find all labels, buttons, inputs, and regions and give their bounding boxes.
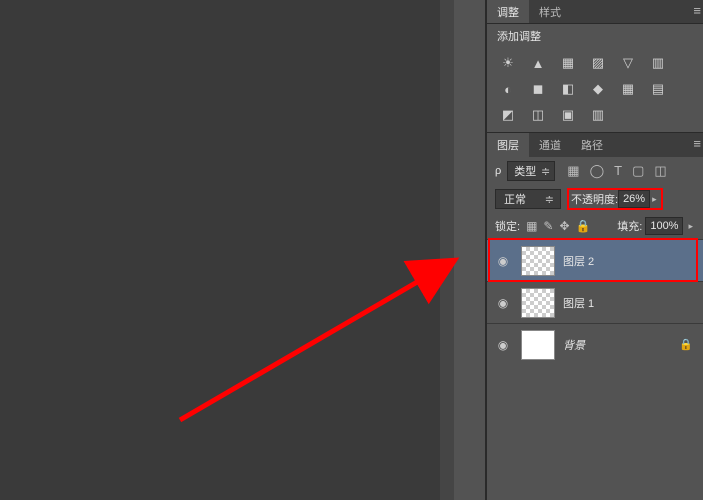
adj-bw-icon[interactable]: ◼ <box>527 80 549 98</box>
adj-color-lookup-icon[interactable]: ▦ <box>617 80 639 98</box>
lock-position-icon[interactable]: ✥ <box>559 219 569 233</box>
tab-layers[interactable]: 图层 <box>487 133 529 157</box>
tab-paths[interactable]: 路径 <box>571 133 613 157</box>
filter-icons: ▦ ◯ T ▢ ◫ <box>567 163 666 179</box>
lock-image-icon[interactable]: ✎ <box>543 219 553 233</box>
side-panel: 调整 样式 ≡ 添加调整 ☀ ▲ ▦ ▨ ▽ ▥ ◐ ◼ ◧ ◆ ▦ ▤ ◩ ◫… <box>486 0 703 500</box>
layers-tabs: 图层 通道 路径 ≡ <box>487 133 703 157</box>
panel-gutter <box>454 0 486 500</box>
canvas-area[interactable] <box>0 0 440 500</box>
opacity-arrow-icon[interactable]: ▸ <box>650 194 659 205</box>
layers-list: ◉ 图层 2 ◉ 图层 1 ◉ 背景 🔒 <box>487 239 703 365</box>
layer-row[interactable]: ◉ 背景 🔒 <box>487 323 703 365</box>
layer-name[interactable]: 图层 2 <box>563 253 697 269</box>
adj-selective-color-icon[interactable]: ▥ <box>587 106 609 124</box>
filter-shape-icon[interactable]: ▢ <box>632 163 644 179</box>
fill-group: 填充: 100% ▸ <box>617 217 695 235</box>
layer-row[interactable]: ◉ 图层 1 <box>487 281 703 323</box>
adj-brightness-icon[interactable]: ☀ <box>497 54 519 72</box>
blend-opacity-row: 正常 不透明度: 26% ▸ <box>487 185 703 213</box>
adj-vibrance-icon[interactable]: ▽ <box>617 54 639 72</box>
lock-icons: ▦ ✎ ✥ 🔒 <box>526 219 590 233</box>
adjustments-tabs: 调整 样式 ≡ <box>487 0 703 24</box>
filter-adjustment-icon[interactable]: ◯ <box>590 163 605 179</box>
fill-label: 填充: <box>617 218 642 234</box>
adj-posterize-icon[interactable]: ◩ <box>497 106 519 124</box>
visibility-toggle-icon[interactable]: ◉ <box>493 338 513 352</box>
add-adjustment-label: 添加调整 <box>487 24 703 48</box>
tab-channels[interactable]: 通道 <box>529 133 571 157</box>
tab-styles[interactable]: 样式 <box>529 0 571 23</box>
panel-menu-icon[interactable]: ≡ <box>693 3 701 18</box>
filter-type-icon[interactable]: T <box>614 163 622 179</box>
opacity-label: 不透明度: <box>571 191 618 207</box>
lock-label: 锁定: <box>495 218 520 234</box>
opacity-highlight: 不透明度: 26% ▸ <box>567 188 663 210</box>
adj-levels-icon[interactable]: ▲ <box>527 54 549 72</box>
filter-smart-icon[interactable]: ◫ <box>654 163 666 179</box>
opacity-field[interactable]: 26% <box>618 190 650 208</box>
layer-thumbnail[interactable] <box>521 330 555 360</box>
adj-gradient-map-icon[interactable]: ▣ <box>557 106 579 124</box>
visibility-toggle-icon[interactable]: ◉ <box>493 296 513 310</box>
filter-kind-dropdown[interactable]: 类型 <box>507 161 555 181</box>
layer-name[interactable]: 图层 1 <box>563 295 697 311</box>
adj-exposure-icon[interactable]: ▨ <box>587 54 609 72</box>
adj-channel-mixer-icon[interactable]: ◆ <box>587 80 609 98</box>
blend-mode-dropdown[interactable]: 正常 <box>495 189 561 209</box>
lock-icon: 🔒 <box>679 338 697 351</box>
adj-invert-icon[interactable]: ▤ <box>647 80 669 98</box>
adj-photo-filter-icon[interactable]: ◧ <box>557 80 579 98</box>
layers-panel-menu-icon[interactable]: ≡ <box>693 136 701 151</box>
filter-pixel-icon[interactable]: ▦ <box>567 163 579 179</box>
adjustment-icon-grid: ☀ ▲ ▦ ▨ ▽ ▥ ◐ ◼ ◧ ◆ ▦ ▤ ◩ ◫ ▣ ▥ <box>487 48 703 132</box>
lock-all-icon[interactable]: 🔒 <box>576 219 591 233</box>
layer-filter-row: ρ 类型 ▦ ◯ T ▢ ◫ <box>487 157 703 185</box>
layer-row[interactable]: ◉ 图层 2 <box>487 239 703 281</box>
adj-balance-icon[interactable]: ◐ <box>497 80 519 98</box>
layer-name[interactable]: 背景 <box>563 337 679 353</box>
tab-adjustments[interactable]: 调整 <box>487 0 529 23</box>
layer-thumbnail[interactable] <box>521 288 555 318</box>
lock-transparency-icon[interactable]: ▦ <box>526 219 537 233</box>
lock-row: 锁定: ▦ ✎ ✥ 🔒 填充: 100% ▸ <box>487 213 703 239</box>
scrollbar-track[interactable] <box>440 0 454 500</box>
fill-field[interactable]: 100% <box>645 217 683 235</box>
adj-hue-icon[interactable]: ▥ <box>647 54 669 72</box>
fill-arrow-icon[interactable]: ▸ <box>686 221 695 232</box>
adj-curves-icon[interactable]: ▦ <box>557 54 579 72</box>
visibility-toggle-icon[interactable]: ◉ <box>493 254 513 268</box>
adj-threshold-icon[interactable]: ◫ <box>527 106 549 124</box>
layer-thumbnail[interactable] <box>521 246 555 276</box>
